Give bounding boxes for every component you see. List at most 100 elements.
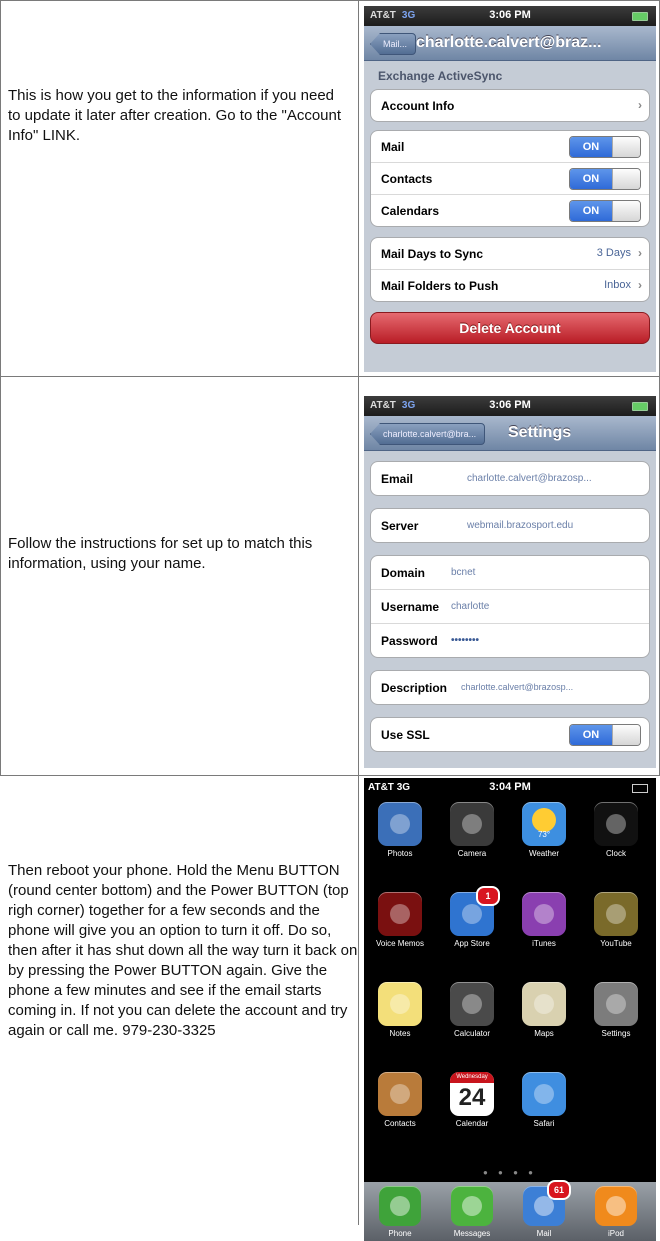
- app-label: Settings: [601, 1029, 631, 1038]
- compass-icon: [522, 1072, 566, 1116]
- app-label: Calculator: [453, 1029, 490, 1038]
- clock-icon: [594, 802, 638, 846]
- domain-row[interactable]: Domain bcnet: [371, 556, 649, 589]
- calendars-toggle-row: Calendars ON: [371, 194, 649, 226]
- dock-app-ipod[interactable]: iPod: [586, 1186, 646, 1238]
- sync-toggles-group: Mail ON Contacts ON Calendars ON: [370, 130, 650, 227]
- instruction-text-2: Follow the instructions for set up to ma…: [8, 535, 313, 572]
- dock: Phone Messages 61 Mail iPod: [364, 1180, 656, 1241]
- chevron-right-icon: ›: [638, 98, 642, 112]
- app-maps[interactable]: Maps: [514, 982, 574, 1038]
- app-notes[interactable]: Notes: [370, 982, 430, 1038]
- app-settings[interactable]: Settings: [586, 982, 646, 1038]
- app-app-store[interactable]: 1 App Store: [442, 886, 502, 948]
- app-label: Calendar: [455, 1119, 489, 1128]
- clock-time: 3:06 PM: [489, 9, 531, 21]
- battery-icon: [632, 12, 648, 21]
- contacts-book-icon: [378, 1072, 422, 1116]
- app-photos[interactable]: Photos: [370, 802, 430, 858]
- nav-title: Settings: [508, 424, 572, 441]
- description-row[interactable]: Description charlotte.calvert@brazosp...: [371, 671, 649, 704]
- mail-toggle[interactable]: ON: [569, 136, 641, 158]
- sunflower-icon: [378, 802, 422, 846]
- app-clock[interactable]: Clock: [586, 802, 646, 858]
- notification-badge: 1: [476, 886, 500, 906]
- clock-time: 3:06 PM: [489, 399, 531, 411]
- calendar-date: 24: [458, 1084, 486, 1111]
- ssl-toggle[interactable]: ON: [569, 724, 641, 746]
- back-button[interactable]: charlotte.calvert@bra...: [370, 423, 486, 445]
- app-label: Weather: [528, 849, 560, 858]
- status-bar: AT&T 3G 3:04 PM: [364, 778, 656, 798]
- email-row[interactable]: Email charlotte.calvert@brazosp...: [371, 462, 649, 495]
- status-bar: AT&T 3G 3:06 PM: [364, 6, 656, 26]
- map-pin-icon: [522, 982, 566, 1026]
- speech-bubble-icon: [451, 1186, 493, 1226]
- server-group: Server webmail.brazosport.edu: [370, 508, 650, 543]
- calendar-icon: Wednesday 24: [450, 1072, 494, 1116]
- dock-app-messages[interactable]: Messages: [442, 1186, 502, 1238]
- phone-handset-icon: [379, 1186, 421, 1226]
- app-youtube[interactable]: YouTube: [586, 892, 646, 948]
- app-label: Clock: [605, 849, 626, 858]
- notepad-icon: [378, 982, 422, 1026]
- app-label: Camera: [457, 849, 487, 858]
- account-screenshot: AT&T 3G 3:06 PM Mail... charlotte.calvert…: [364, 6, 656, 372]
- app-itunes[interactable]: iTunes: [514, 892, 574, 948]
- instruction-text-1: This is how you get to the information i…: [8, 87, 342, 144]
- app-weather[interactable]: 73° Weather: [514, 802, 574, 858]
- page-indicator: ● ● ● ●: [483, 1168, 537, 1177]
- envelope-icon: 61: [523, 1180, 571, 1226]
- ssl-row: Use SSL ON: [371, 718, 649, 751]
- music-note-icon: [522, 892, 566, 936]
- app-calendar[interactable]: Wednesday 24 Calendar: [442, 1072, 502, 1128]
- contacts-toggle[interactable]: ON: [569, 168, 641, 190]
- app-label: Notes: [389, 1029, 411, 1038]
- dock-app-phone[interactable]: Phone: [370, 1186, 430, 1238]
- mail-days-row[interactable]: Mail Days to Sync 3 Days ›: [371, 238, 649, 269]
- username-row[interactable]: Username charlotte: [371, 589, 649, 623]
- app-label: iPod: [607, 1229, 624, 1238]
- home-screen-screenshot: AT&T 3G 3:04 PM Photos Camera 73° Weather Cl…: [364, 778, 656, 1241]
- app-label: Voice Memos: [375, 939, 425, 948]
- nav-bar: charlotte.calvert@bra... Settings: [364, 416, 656, 451]
- table-left-border: [0, 0, 1, 775]
- dock-app-mail[interactable]: 61 Mail: [514, 1180, 574, 1238]
- app-camera[interactable]: Camera: [442, 802, 502, 858]
- app-label: Mail: [536, 1229, 552, 1238]
- chevron-right-icon: ›: [638, 278, 642, 292]
- app-contacts[interactable]: Contacts: [370, 1072, 430, 1128]
- mail-folders-row[interactable]: Mail Folders to Push Inbox ›: [371, 269, 649, 301]
- app-label: Phone: [388, 1229, 412, 1238]
- mail-toggle-row: Mail ON: [371, 131, 649, 162]
- app-label: Contacts: [384, 1119, 416, 1128]
- app-label: Safari: [533, 1119, 555, 1128]
- calendars-toggle[interactable]: ON: [569, 200, 641, 222]
- calculator-icon: [450, 982, 494, 1026]
- app-calculator[interactable]: Calculator: [442, 982, 502, 1038]
- sync-options-group: Mail Days to Sync 3 Days › Mail Folders …: [370, 237, 650, 302]
- delete-account-button[interactable]: Delete Account: [370, 312, 650, 344]
- table-row-divider: [0, 775, 660, 776]
- nav-title: charlotte.calvert@braz...: [416, 34, 602, 51]
- email-group: Email charlotte.calvert@brazosp...: [370, 461, 650, 496]
- back-button[interactable]: Mail...: [370, 33, 417, 55]
- microphone-icon: [378, 892, 422, 936]
- section-header: Exchange ActiveSync: [378, 69, 503, 83]
- description-group: Description charlotte.calvert@brazosp...: [370, 670, 650, 705]
- calendar-day: Wednesday: [450, 1072, 494, 1083]
- app-label: Messages: [453, 1229, 491, 1238]
- tv-icon: [594, 892, 638, 936]
- app-voice-memos[interactable]: Voice Memos: [370, 892, 430, 948]
- app-safari[interactable]: Safari: [514, 1072, 574, 1128]
- notification-badge: 61: [547, 1180, 571, 1200]
- gear-icon: [594, 982, 638, 1026]
- password-row[interactable]: Password ••••••••: [371, 623, 649, 657]
- clock-time: 3:04 PM: [489, 781, 531, 793]
- camera-lens-icon: [450, 802, 494, 846]
- account-info-row[interactable]: Account Info ›: [371, 90, 649, 121]
- table-row-divider: [0, 376, 660, 377]
- app-label: Maps: [534, 1029, 554, 1038]
- ipod-icon: [595, 1186, 637, 1226]
- server-row[interactable]: Server webmail.brazosport.edu: [371, 509, 649, 542]
